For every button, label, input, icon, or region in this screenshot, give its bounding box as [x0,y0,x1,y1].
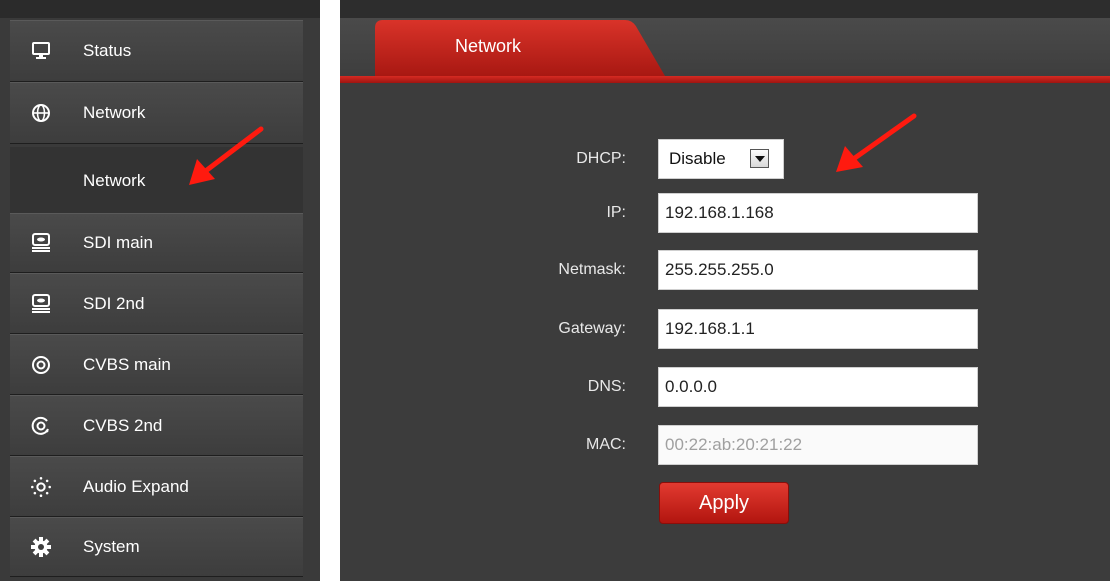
dhcp-select-value: Disable [669,149,726,168]
dns-field[interactable] [658,367,978,407]
globe-icon [30,102,52,124]
netmask-label: Netmask: [558,261,626,278]
tab-bar: Network [340,18,1110,76]
sidebar-item-cvbs-main[interactable]: CVBS main [10,334,303,395]
tab-label: Network [455,36,522,56]
tab-underline [340,76,1110,83]
netmask-field[interactable] [658,250,978,290]
dns-label: DNS: [587,378,626,395]
gear-icon [30,536,52,558]
apply-button[interactable]: Apply [659,482,789,524]
sdi-icon [30,232,52,254]
tab-network[interactable]: Network [375,18,675,76]
monitor-icon [30,40,52,62]
sidebar-subitem-label: Network [83,171,146,190]
gateway-field[interactable] [658,309,978,349]
sidebar-item-label: CVBS main [83,354,171,374]
audio-icon [30,476,52,498]
ip-label: IP: [606,204,626,221]
gateway-row: Gateway: [340,309,1110,349]
ip-field[interactable] [658,193,978,233]
netmask-row: Netmask: [340,250,1110,290]
sidebar-top-bar [0,0,320,18]
sidebar-item-label: Audio Expand [83,476,189,496]
dhcp-row: DHCP: Disable [340,139,1110,179]
dhcp-select[interactable]: Disable [658,139,784,179]
sidebar-item-label: SDI main [83,233,153,252]
mac-field [658,425,978,465]
main-panel: Network DHCP: Disable IP: Netmask: Gatew… [340,0,1110,581]
sdi-icon [30,293,52,315]
sidebar-item-label: Status [83,41,132,60]
sidebar-item-system[interactable]: System [10,517,303,577]
gateway-label: Gateway: [558,320,626,337]
dns-row: DNS: [340,367,1110,407]
sidebar-item-sdi-main[interactable]: SDI main [10,213,303,273]
sidebar-item-sdi-2nd[interactable]: SDI 2nd [10,273,303,334]
sidebar-item-status[interactable]: Status [10,20,303,82]
sidebar-item-network[interactable]: Network [10,82,303,144]
sidebar-item-audio-expand[interactable]: Audio Expand [10,456,303,517]
sidebar-item-label: SDI 2nd [83,293,145,313]
sidebar-item-label: CVBS 2nd [83,415,163,435]
sidebar: Status Network Network SDI main SDI 2nd … [0,0,320,581]
cvbs-icon [30,354,52,376]
cvbs-icon [30,415,52,437]
mac-label: MAC: [586,436,626,453]
chevron-down-icon[interactable] [750,149,769,168]
sidebar-item-cvbs-2nd[interactable]: CVBS 2nd [10,395,303,456]
dhcp-label: DHCP: [576,150,626,167]
ip-row: IP: [340,193,1110,233]
sidebar-subitem-network[interactable]: Network [10,147,303,215]
sidebar-item-label: Network [83,103,146,122]
sidebar-item-label: System [83,537,140,556]
mac-row: MAC: [340,425,1110,465]
